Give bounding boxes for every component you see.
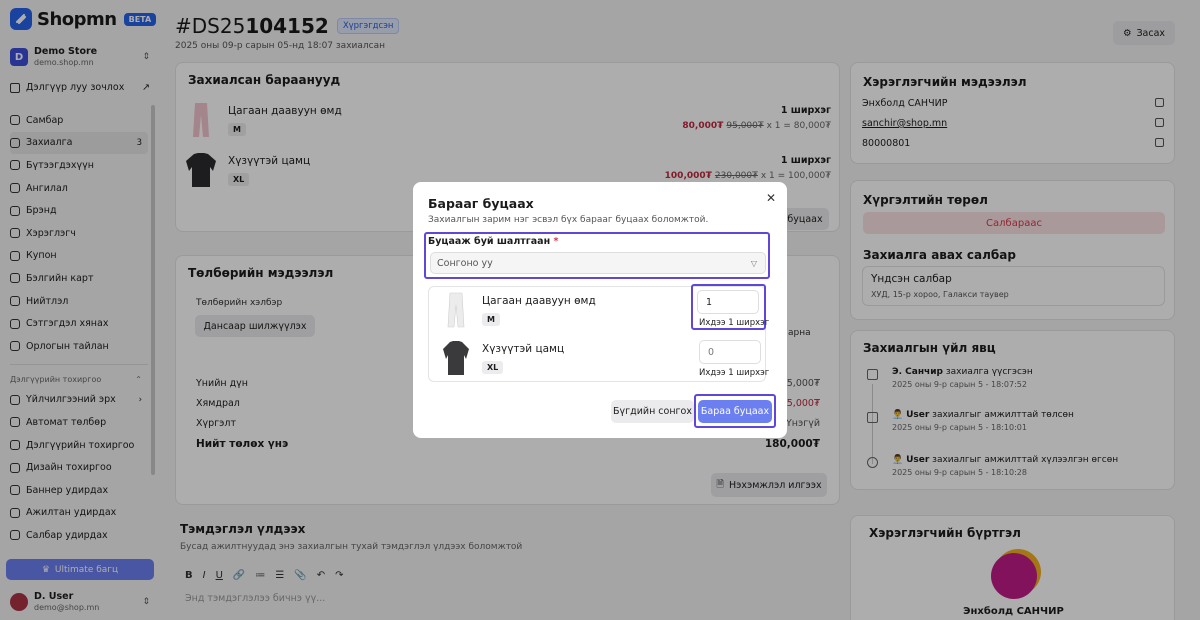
reason-label: Буцааж буй шалтгаан * xyxy=(428,236,559,247)
select-all-button[interactable]: Бүгдийн сонгох xyxy=(611,400,694,423)
item-name: Хүзүүтэй цамц xyxy=(482,343,565,355)
chevron-down-icon: ▽ xyxy=(750,258,757,268)
quantity-input[interactable]: 0 xyxy=(699,340,761,364)
return-button[interactable]: Бараа буцаах xyxy=(698,400,772,423)
item-name: Цагаан даавуун өмд xyxy=(482,295,596,307)
modal-subtitle: Захиалгын зарим нэг эсвэл бүх барааг буц… xyxy=(428,215,709,225)
reason-select[interactable]: Сонгоно уу ▽ xyxy=(430,252,766,274)
shirt-image xyxy=(443,341,469,375)
max-qty-hint: Ихдээ 1 ширхэг xyxy=(699,368,770,378)
modal-title: Барааг буцаах xyxy=(428,196,534,211)
return-items-modal: Барааг буцаах Захиалгын зарим нэг эсвэл … xyxy=(413,182,787,438)
quantity-input[interactable]: 1 xyxy=(697,290,759,314)
close-icon[interactable]: ✕ xyxy=(766,191,776,205)
pants-image xyxy=(447,292,465,328)
item-size: M xyxy=(482,313,500,326)
max-qty-hint: Ихдээ 1 ширхэг xyxy=(699,318,770,328)
item-size: XL xyxy=(482,361,504,374)
